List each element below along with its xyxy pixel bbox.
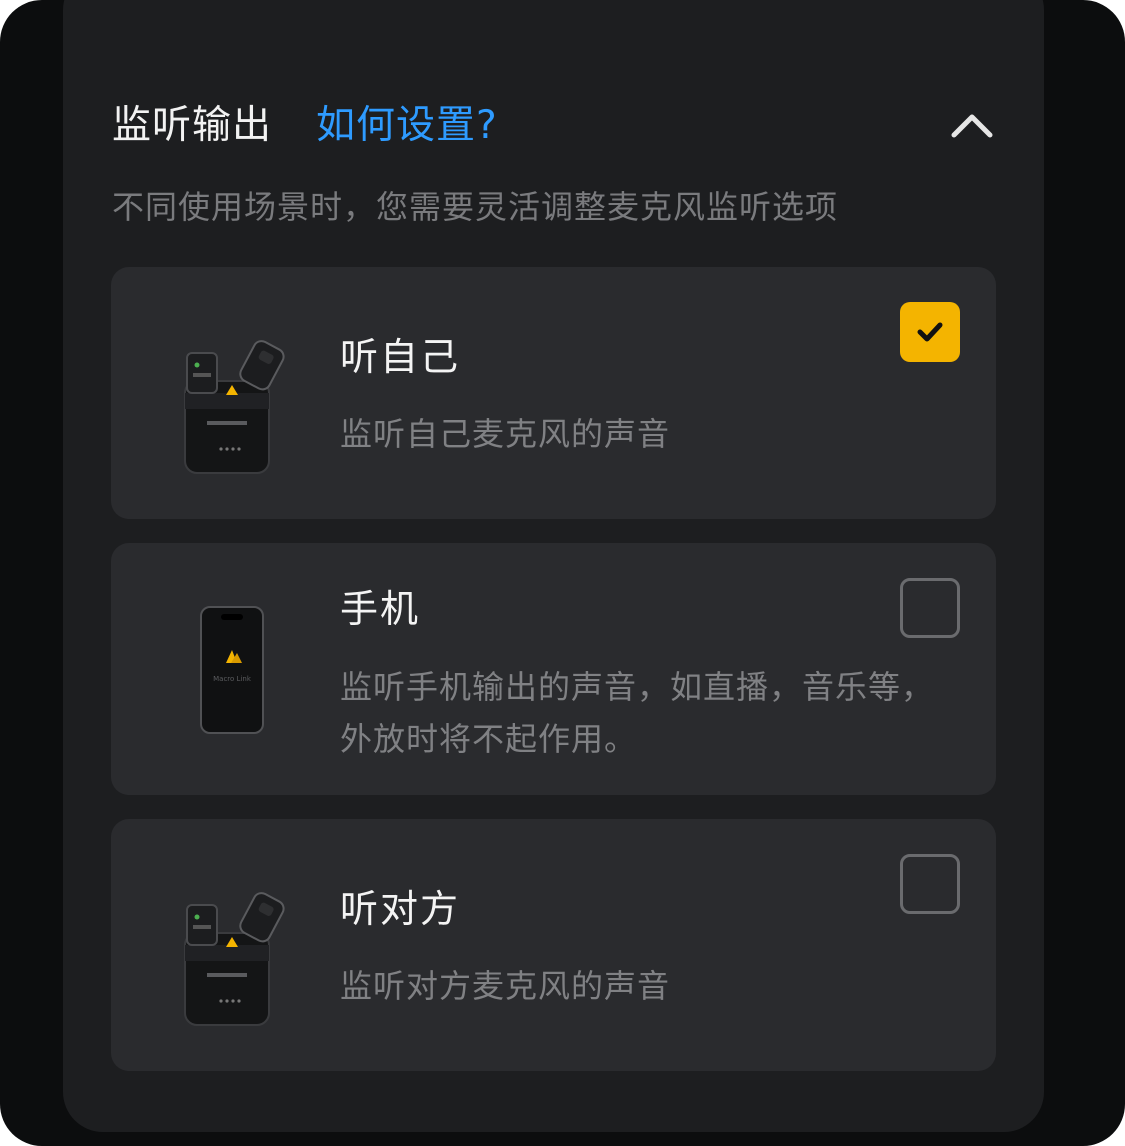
- option-card-remote[interactable]: 听对方 监听对方麦克风的声音: [111, 819, 996, 1071]
- option-title: 手机: [340, 587, 421, 631]
- option-title: 听自己: [340, 335, 461, 379]
- checkmark-icon: [917, 322, 943, 342]
- phone-screen-label: Macro Link: [213, 675, 251, 683]
- option-description: 监听对方麦克风的声音: [340, 967, 671, 1005]
- mic-charging-case-icon: [171, 889, 295, 1029]
- section-subtitle: 不同使用场景时，您需要灵活调整麦克风监听选项: [112, 188, 839, 226]
- option-description: 监听自己麦克风的声音: [340, 415, 671, 453]
- option-card-phone[interactable]: Macro Link 手机 监听手机输出的声音，如直播，音乐等，外放时将不起作用…: [111, 543, 996, 795]
- option-card-self[interactable]: 听自己 监听自己麦克风的声音: [111, 267, 996, 519]
- phone-icon: Macro Link: [171, 605, 295, 745]
- section-title: 监听输出: [112, 103, 273, 148]
- chevron-up-icon: [951, 114, 993, 138]
- option-checkbox-checked[interactable]: [900, 302, 960, 362]
- collapse-button[interactable]: [946, 100, 998, 152]
- app-frame: 监听输出 如何设置? 不同使用场景时，您需要灵活调整麦克风监听选项 听自己 监听…: [0, 0, 1125, 1146]
- mic-charging-case-icon: [171, 337, 295, 477]
- option-checkbox-unchecked[interactable]: [900, 854, 960, 914]
- how-to-setup-link[interactable]: 如何设置?: [316, 102, 498, 150]
- option-title: 听对方: [340, 887, 461, 931]
- option-description: 监听手机输出的声音，如直播，音乐等，外放时将不起作用。: [340, 668, 935, 758]
- option-checkbox-unchecked[interactable]: [900, 578, 960, 638]
